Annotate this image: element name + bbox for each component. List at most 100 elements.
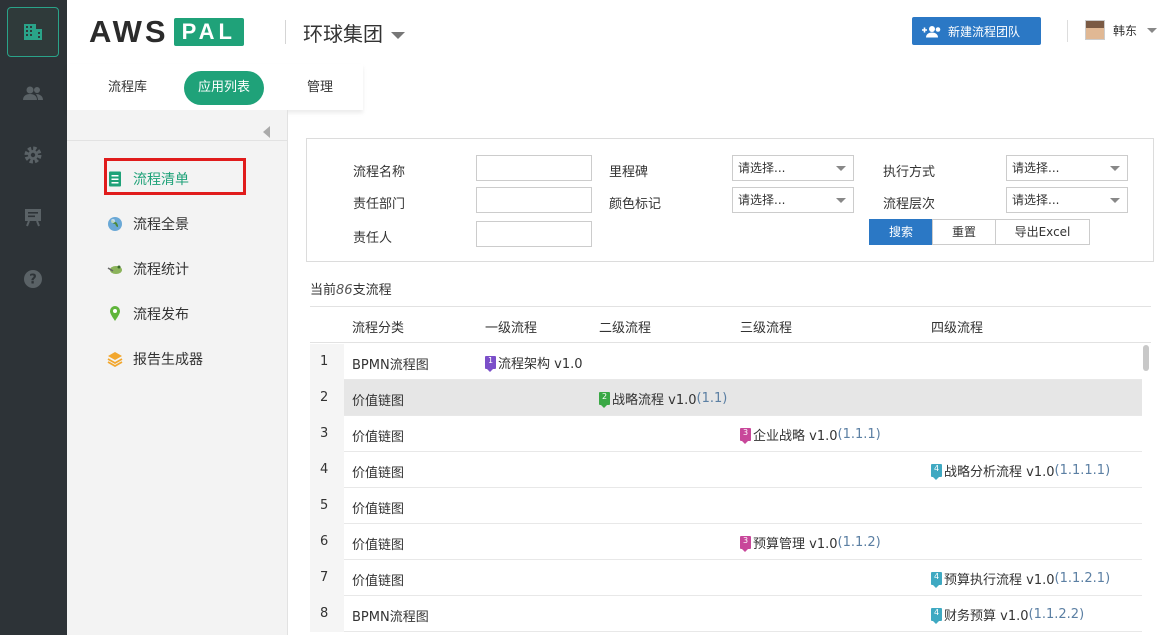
row-category: 价值链图: [352, 502, 405, 517]
row-index: 3: [310, 416, 344, 452]
rail-settings-button[interactable]: [7, 130, 59, 180]
process-name: 战略分析流程 v1.0: [944, 465, 1055, 480]
rail-building-button[interactable]: [7, 7, 59, 57]
process-link[interactable]: 4 财务预算 v1.0 (1.1.2.2): [931, 605, 1084, 624]
owner-input[interactable]: [476, 221, 592, 247]
process-name: 财务预算 v1.0: [944, 609, 1029, 624]
sidebar-item-process-publish[interactable]: 流程发布: [107, 302, 189, 326]
search-button[interactable]: 搜索: [869, 219, 933, 245]
chevron-down-icon: [1110, 198, 1120, 203]
user-menu[interactable]: 韩东: [1085, 20, 1158, 40]
process-link[interactable]: 3 企业战略 v1.0 (1.1.1): [740, 425, 881, 444]
sidebar-item-label: 流程全景: [133, 217, 189, 233]
table-row[interactable]: 6 价值链图 3 预算管理 v1.0 (1.1.2): [310, 524, 1142, 560]
table-row[interactable]: 2 价值链图 2 战略流程 v1.0 (1.1): [310, 380, 1142, 416]
col-header-level4[interactable]: 四级流程: [931, 317, 983, 336]
level-badge-icon: 4: [931, 464, 942, 480]
svg-text:?: ?: [29, 273, 37, 288]
selection-highlight: [104, 158, 246, 195]
process-link[interactable]: 1 流程架构 v1.0: [485, 353, 583, 372]
process-name: 预算执行流程 v1.0: [944, 573, 1055, 588]
process-code: (1.1.2.2): [1028, 607, 1085, 622]
chevron-down-icon: [836, 198, 846, 203]
main-tabs: 流程库 应用列表 管理: [67, 64, 363, 110]
sidebar-divider: [67, 140, 288, 141]
dept-input[interactable]: [476, 187, 592, 213]
owner-label: 责任人: [353, 231, 393, 246]
table-row[interactable]: 5 价值链图: [310, 488, 1142, 524]
row-index: 8: [310, 596, 344, 632]
process-table: 流程分类 一级流程 二级流程 三级流程 四级流程 1 BPMN流程图 1 流程架构 v…: [310, 306, 1151, 635]
chevron-down-icon: [391, 32, 405, 39]
row-category: BPMN流程图: [352, 610, 429, 625]
row-index: 6: [310, 524, 344, 560]
col-header-category[interactable]: 流程分类: [352, 317, 404, 336]
process-link[interactable]: 3 预算管理 v1.0 (1.1.2): [740, 533, 881, 552]
process-link[interactable]: 4 战略分析流程 v1.0 (1.1.1.1): [931, 461, 1110, 480]
row-category: 价值链图: [352, 574, 405, 589]
sidebar-item-report-generator[interactable]: 报告生成器: [107, 347, 203, 371]
rail-help-button[interactable]: ?: [7, 254, 59, 304]
new-team-button[interactable]: 新建流程团队: [912, 17, 1041, 45]
table-scrollbar[interactable]: [1143, 345, 1149, 371]
col-header-level2[interactable]: 二级流程: [599, 317, 651, 336]
color-label: 颜色标记: [609, 197, 662, 212]
export-excel-button[interactable]: 导出Excel: [995, 219, 1090, 245]
level-select[interactable]: 请选择...: [1006, 187, 1128, 213]
level-badge-icon: 4: [931, 608, 942, 624]
col-header-level1[interactable]: 一级流程: [485, 317, 537, 336]
tab-app-list[interactable]: 应用列表: [184, 71, 265, 105]
logo-sub-text: PAL: [173, 18, 244, 46]
process-name-label: 流程名称: [353, 165, 406, 180]
exec-mode-select-value: 请选择...: [1012, 161, 1060, 175]
table-row[interactable]: 4 价值链图 4 战略分析流程 v1.0 (1.1.1.1): [310, 452, 1142, 488]
add-users-icon: [922, 25, 941, 37]
help-icon: ?: [24, 270, 42, 288]
left-rail: ?: [0, 0, 67, 635]
rail-board-button[interactable]: [7, 192, 59, 242]
row-category: 价值链图: [352, 466, 405, 481]
milestone-select[interactable]: 请选择...: [732, 155, 854, 181]
process-code: (1.1): [696, 391, 728, 406]
level-badge-icon: 3: [740, 536, 751, 552]
rail-users-button[interactable]: [7, 68, 59, 118]
process-name-input[interactable]: [476, 155, 592, 181]
process-name: 流程架构 v1.0: [498, 357, 583, 372]
tab-manage[interactable]: 管理: [307, 71, 333, 105]
table-row[interactable]: 7 价值链图 4 预算执行流程 v1.0 (1.1.2.1): [310, 560, 1142, 596]
count-suffix: 支流程: [352, 283, 392, 298]
collapse-sidebar-icon[interactable]: [263, 126, 270, 138]
table-row[interactable]: 8 BPMN流程图 4 财务预算 v1.0 (1.1.2.2): [310, 596, 1142, 632]
org-switcher[interactable]: 环球集团: [303, 18, 405, 47]
table-row[interactable]: 3 价值链图 3 企业战略 v1.0 (1.1.1): [310, 416, 1142, 452]
sidebar-item-process-stats[interactable]: 流程统计: [107, 257, 189, 281]
process-code: (1.1.1): [837, 427, 881, 442]
users-icon: [23, 86, 43, 100]
app-logo[interactable]: AWS PAL: [89, 16, 244, 48]
color-select[interactable]: 请选择...: [732, 187, 854, 213]
process-link[interactable]: 2 战略流程 v1.0 (1.1): [599, 389, 727, 408]
chevron-down-icon: [1147, 27, 1158, 33]
avatar: [1085, 20, 1105, 40]
exec-mode-select[interactable]: 请选择...: [1006, 155, 1128, 181]
exec-mode-label: 执行方式: [883, 165, 936, 180]
level-badge-icon: 4: [931, 572, 942, 588]
reset-button[interactable]: 重置: [932, 219, 996, 245]
logo-main-text: AWS: [89, 14, 169, 49]
col-header-level3[interactable]: 三级流程: [740, 317, 792, 336]
row-index: 2: [310, 380, 344, 416]
sidebar-item-process-panorama[interactable]: 流程全景: [107, 212, 189, 236]
filter-panel: 流程名称 责任部门 责任人 里程碑 请选择... 颜色标记 请选择... 执行方…: [306, 138, 1154, 262]
level-badge-icon: 1: [485, 356, 496, 372]
process-link[interactable]: 4 预算执行流程 v1.0 (1.1.2.1): [931, 569, 1110, 588]
chevron-down-icon: [836, 166, 846, 171]
milestone-label: 里程碑: [609, 165, 649, 180]
table-row[interactable]: 1 BPMN流程图 1 流程架构 v1.0: [310, 344, 1142, 380]
count-number: 86: [336, 283, 353, 298]
org-name: 环球集团: [303, 22, 383, 46]
tab-process-library[interactable]: 流程库: [108, 71, 147, 105]
process-count: 当前86支流程: [310, 279, 392, 298]
top-header: AWS PAL 环球集团 新建流程团队 韩东: [67, 0, 1168, 64]
level-badge-icon: 3: [740, 428, 751, 444]
sidebar-item-label: 流程统计: [133, 262, 189, 278]
